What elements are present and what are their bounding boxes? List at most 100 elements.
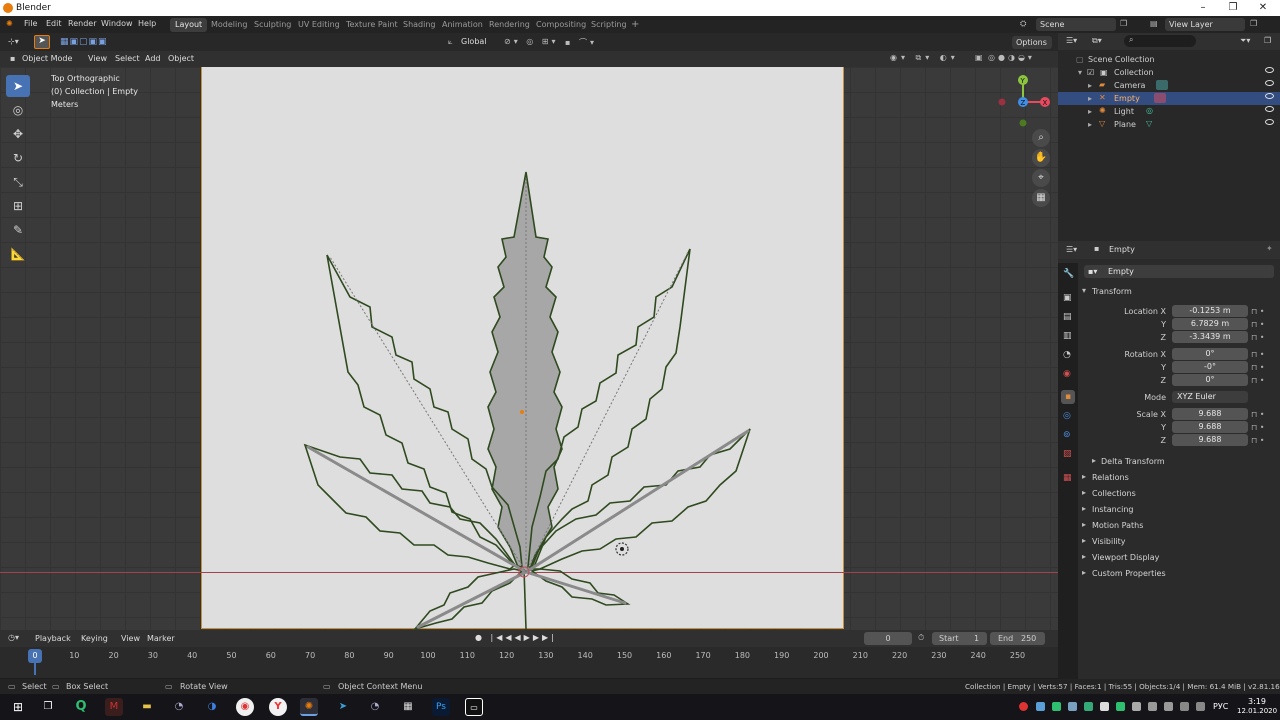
tab-rendering[interactable]: Rendering bbox=[484, 18, 535, 32]
annotate-tool-icon[interactable]: ✎ bbox=[6, 219, 30, 241]
visibility-gizmo-icons[interactable]: ◉▾ ⧉▾ ◐▾ bbox=[890, 53, 959, 63]
tab-scripting[interactable]: Scripting bbox=[586, 18, 632, 32]
input-language[interactable]: РУС bbox=[1213, 702, 1228, 711]
section-collections[interactable]: ▸ Collections bbox=[1080, 487, 1276, 501]
rotation-lock-icons[interactable]: ⊓ • ⊓ • ⊓ • bbox=[1251, 348, 1265, 387]
scale-tool-icon[interactable]: ⤡ bbox=[6, 171, 30, 193]
rotation-x-field[interactable]: 0° bbox=[1172, 348, 1248, 360]
start-menu-icon[interactable]: ⊞ bbox=[9, 698, 27, 716]
tab-layout[interactable]: Layout bbox=[170, 18, 208, 32]
expand-arrow-icon[interactable]: ▸ bbox=[1088, 94, 1092, 103]
texture-tab-icon[interactable]: ▦ bbox=[1063, 473, 1072, 483]
world-tab-icon[interactable]: ◉ bbox=[1063, 369, 1071, 379]
transform-orientation-select[interactable]: Global bbox=[461, 37, 487, 46]
display-mode-icon[interactable]: ⧉▾ bbox=[1092, 36, 1102, 46]
maximize-button[interactable]: ❐ bbox=[1218, 0, 1248, 16]
outliner-search-input[interactable]: ⌕ bbox=[1124, 35, 1196, 47]
calculator-icon[interactable]: ▦ bbox=[399, 698, 417, 716]
lock-icons[interactable]: ⊓ • ⊓ • ⊓ • bbox=[1251, 305, 1265, 344]
tab-sculpting[interactable]: Sculpting bbox=[249, 18, 296, 32]
select-box-tool-icon[interactable]: ➤ bbox=[6, 75, 30, 97]
outliner-row-collection[interactable]: ▾ ☑ ▣ Collection bbox=[1058, 66, 1280, 79]
playhead-marker[interactable]: 0 bbox=[28, 649, 42, 663]
rotation-mode-select[interactable]: XYZ Euler bbox=[1172, 391, 1248, 403]
scene-selector[interactable]: Scene bbox=[1036, 18, 1116, 31]
object-name-field[interactable]: ▪▾ Empty bbox=[1084, 265, 1274, 278]
scale-y-field[interactable]: 9.688 bbox=[1172, 421, 1248, 433]
menu-playback[interactable]: Playback bbox=[35, 634, 71, 643]
tray-app-4-icon[interactable] bbox=[1084, 702, 1093, 711]
location-x-field[interactable]: -0.1253 m bbox=[1172, 305, 1248, 317]
network-icon[interactable] bbox=[1148, 702, 1157, 711]
notification-badge-icon[interactable] bbox=[1019, 702, 1028, 711]
menu-view[interactable]: View bbox=[121, 634, 140, 643]
shading-mode-icons[interactable]: ◎●◑◒▾ bbox=[988, 53, 1035, 62]
file-explorer-icon[interactable]: ▬ bbox=[138, 698, 156, 716]
3d-viewport[interactable]: ➤ ◎ ✥ ↻ ⤡ ⊞ ✎ 📐 Top Orthographic (0) Col… bbox=[0, 67, 1058, 630]
scale-x-field[interactable]: 9.688 bbox=[1172, 408, 1248, 420]
menu-marker[interactable]: Marker bbox=[147, 634, 175, 643]
section-viewport-display[interactable]: ▸ Viewport Display bbox=[1080, 551, 1276, 565]
view-layer-selector[interactable]: View Layer bbox=[1165, 18, 1245, 31]
expand-arrow-icon[interactable]: ▸ bbox=[1088, 81, 1092, 90]
visibility-eye-icon[interactable] bbox=[1265, 67, 1274, 73]
tab-compositing[interactable]: Compositing bbox=[531, 18, 591, 32]
start-frame-field[interactable]: Start 1 bbox=[932, 632, 987, 645]
photoshop-icon[interactable]: Ps bbox=[432, 698, 450, 716]
physics-tab-icon[interactable]: ◎ bbox=[1063, 411, 1071, 421]
preview-range-icon[interactable]: ⏱ bbox=[918, 633, 924, 643]
move-tool-icon[interactable]: ✥ bbox=[6, 123, 30, 145]
rotation-z-field[interactable]: 0° bbox=[1172, 374, 1248, 386]
viewport-menu-view[interactable]: View bbox=[88, 54, 107, 63]
object-tab-icon[interactable]: ▪ bbox=[1061, 390, 1075, 404]
tab-modeling[interactable]: Modeling bbox=[206, 18, 252, 32]
outliner-row-plane[interactable]: ▸ ▽ Plane ▽ bbox=[1058, 118, 1280, 131]
qbittorrent-icon[interactable]: Q bbox=[72, 698, 90, 716]
visibility-eye-icon[interactable] bbox=[1265, 119, 1274, 125]
minimize-button[interactable]: – bbox=[1188, 0, 1218, 16]
new-view-layer-icon[interactable]: ❐ bbox=[1250, 19, 1257, 28]
outliner-row-scene-collection[interactable]: ▢ Scene Collection bbox=[1058, 53, 1280, 66]
new-collection-icon[interactable]: ❐ bbox=[1264, 36, 1271, 45]
tray-app-1-icon[interactable] bbox=[1036, 702, 1045, 711]
tray-app-5-icon[interactable] bbox=[1100, 702, 1109, 711]
data-tab-icon[interactable]: ▨ bbox=[1063, 449, 1072, 459]
current-frame-field[interactable]: 0 bbox=[864, 632, 912, 645]
steam-2-icon[interactable]: ◔ bbox=[366, 698, 384, 716]
new-scene-icon[interactable]: ❐ bbox=[1120, 19, 1127, 28]
tray-app-2-icon[interactable] bbox=[1052, 702, 1061, 711]
menu-file[interactable]: File bbox=[24, 19, 37, 28]
xray-icon[interactable]: ▣ bbox=[975, 53, 986, 62]
tab-animation[interactable]: Animation bbox=[437, 18, 488, 32]
constraints-tab-icon[interactable]: ⊚ bbox=[1063, 430, 1071, 440]
timeline-editor-icon[interactable]: ◷▾ bbox=[8, 633, 19, 642]
tab-shading[interactable]: Shading bbox=[398, 18, 441, 32]
pan-hand-icon[interactable]: ✋ bbox=[1032, 149, 1050, 167]
menu-render[interactable]: Render bbox=[68, 19, 96, 28]
playback-controls[interactable]: ● |◀◀◀▶▶▶| bbox=[475, 633, 557, 642]
scale-z-field[interactable]: 9.688 bbox=[1172, 434, 1248, 446]
blender-menu-icon[interactable]: ✺ bbox=[6, 19, 13, 28]
outliner-editor-icon[interactable]: ☰▾ bbox=[1066, 36, 1077, 45]
game-app-icon[interactable]: M bbox=[105, 698, 123, 716]
expand-arrow-icon[interactable]: ▸ bbox=[1088, 107, 1092, 116]
active-tool-icon[interactable]: ➤ bbox=[34, 35, 50, 49]
camera-view-icon[interactable]: ⌖ bbox=[1032, 169, 1050, 187]
blender-taskbar-icon[interactable]: ✺ bbox=[300, 698, 318, 716]
section-instancing[interactable]: ▸ Instancing bbox=[1080, 503, 1276, 517]
pin-icon[interactable]: ✦ bbox=[1266, 244, 1273, 253]
volume-icon[interactable] bbox=[1164, 702, 1173, 711]
transform-tool-icon[interactable]: ⊞ bbox=[6, 195, 30, 217]
chrome-icon[interactable]: ◉ bbox=[236, 698, 254, 716]
app-globe-icon[interactable]: ◑ bbox=[203, 698, 221, 716]
visibility-eye-icon[interactable] bbox=[1265, 106, 1274, 112]
tray-app-3-icon[interactable] bbox=[1068, 702, 1077, 711]
selection-mode-icons[interactable]: ▦▣▢▣▣ bbox=[60, 37, 108, 47]
scale-lock-icons[interactable]: ⊓ • ⊓ • ⊓ • bbox=[1251, 408, 1265, 447]
rotate-tool-icon[interactable]: ↻ bbox=[6, 147, 30, 169]
checkbox-icon[interactable]: ☑ bbox=[1087, 68, 1094, 77]
render-tab-icon[interactable]: ▣ bbox=[1063, 293, 1072, 303]
outliner-row-camera[interactable]: ▸ ▰ Camera bbox=[1058, 79, 1280, 92]
tray-app-7-icon[interactable] bbox=[1132, 702, 1141, 711]
pivot-snap-icons[interactable]: ⊘▾ ◎ ⊞▾ bbox=[504, 37, 559, 46]
